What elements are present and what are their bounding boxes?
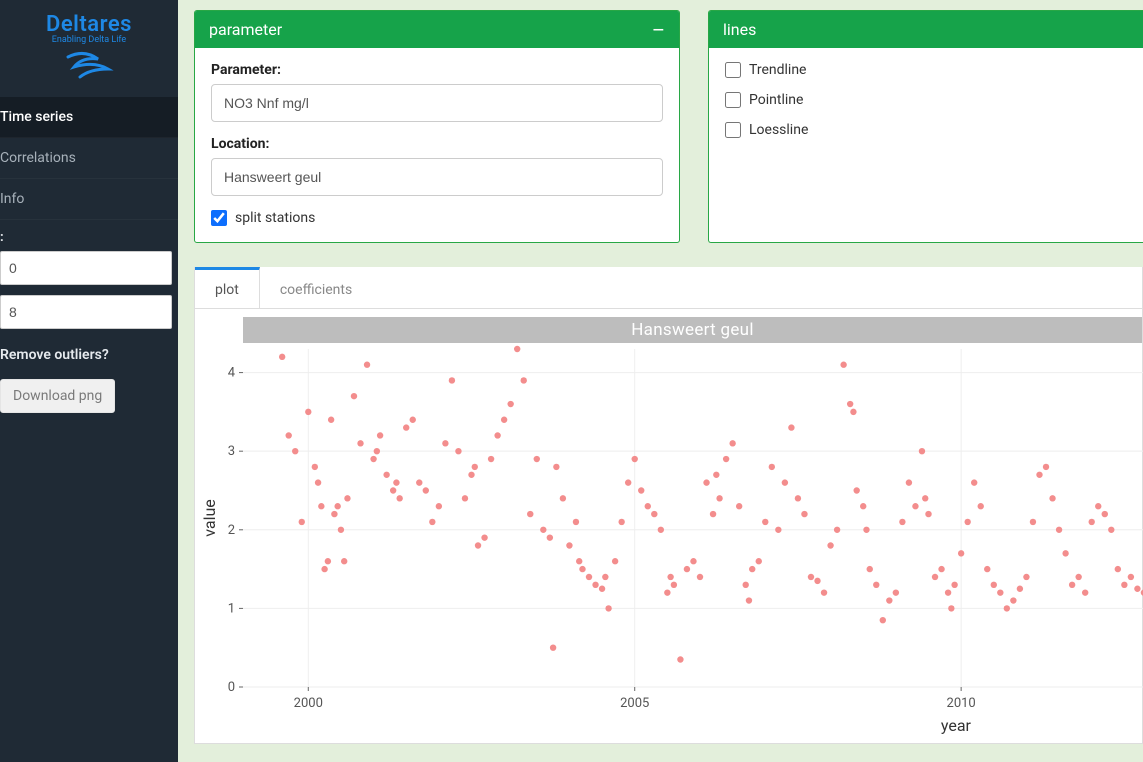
parameter-panel: parameter – Parameter: Location: split s… [194,10,680,243]
split-stations-row[interactable]: split stations [211,210,663,226]
logo: Deltares Enabling Delta Life [0,8,178,97]
sidebar-field-2 [0,285,178,329]
loessline-label: Loessline [749,122,808,138]
lines-panel-title: lines [723,20,756,39]
tabs: plot coefficients [195,267,1142,309]
lines-panel: lines Trendline Pointline Loessline [708,10,1143,243]
svg-text:1: 1 [228,601,235,616]
loessline-row[interactable]: Loessline [725,122,1127,138]
split-stations-label: split stations [235,210,315,226]
svg-text:3: 3 [228,444,235,459]
svg-text:4: 4 [228,366,236,381]
sidebar-field-1: : [0,220,178,285]
plot-area: Hansweert geul 0 1 2 3 4 2000 2005 2010 year valu… [195,309,1142,743]
nav-item-info[interactable]: Info [0,179,178,220]
location-label: Location: [211,136,663,152]
svg-text:2010: 2010 [947,696,976,711]
plot-strip-title: Hansweert geul [243,317,1142,343]
svg-text:2005: 2005 [620,696,649,711]
nav-item-time-series[interactable]: Time series [0,97,178,138]
trendline-label: Trendline [749,62,806,78]
sidebar: Deltares Enabling Delta Life Time series… [0,0,178,762]
nav-item-correlations[interactable]: Correlations [0,138,178,179]
tab-plot[interactable]: plot [195,267,260,308]
svg-text:value: value [201,499,219,537]
main-content: parameter – Parameter: Location: split s… [178,0,1143,762]
tab-coefficients[interactable]: coefficients [260,267,373,308]
pointline-checkbox[interactable] [725,92,741,108]
parameter-panel-title: parameter [209,20,282,39]
parameter-select[interactable] [211,84,663,122]
scatter-chart: 0 1 2 3 4 2000 2005 2010 year value [201,343,1143,743]
logo-tagline: Enabling Delta Life [0,35,178,45]
trendline-row[interactable]: Trendline [725,62,1127,78]
logo-wave-icon [64,47,114,79]
parameter-panel-header: parameter – [195,11,679,48]
lines-panel-header: lines [709,11,1143,48]
parameter-label: Parameter: [211,62,663,78]
logo-text: Deltares [46,12,132,37]
svg-text:year: year [941,716,972,735]
location-select[interactable] [211,158,663,196]
trendline-checkbox[interactable] [725,62,741,78]
collapse-icon[interactable]: – [652,25,665,35]
plot-card: plot coefficients Hansweert geul 0 1 2 3 4 20… [194,267,1143,744]
split-stations-checkbox[interactable] [211,210,227,226]
sidebar-input-1[interactable] [0,251,172,285]
svg-text:0: 0 [228,680,235,695]
remove-outliers-label: Remove outliers? [0,329,178,373]
loessline-checkbox[interactable] [725,122,741,138]
pointline-row[interactable]: Pointline [725,92,1127,108]
pointline-label: Pointline [749,92,803,108]
nav: Time series Correlations Info [0,97,178,220]
svg-text:2000: 2000 [294,696,323,711]
svg-text:2: 2 [228,523,235,538]
sidebar-field-1-label: : [0,230,172,245]
download-png-button[interactable]: Download png [0,379,115,413]
sidebar-input-2[interactable] [0,295,172,329]
